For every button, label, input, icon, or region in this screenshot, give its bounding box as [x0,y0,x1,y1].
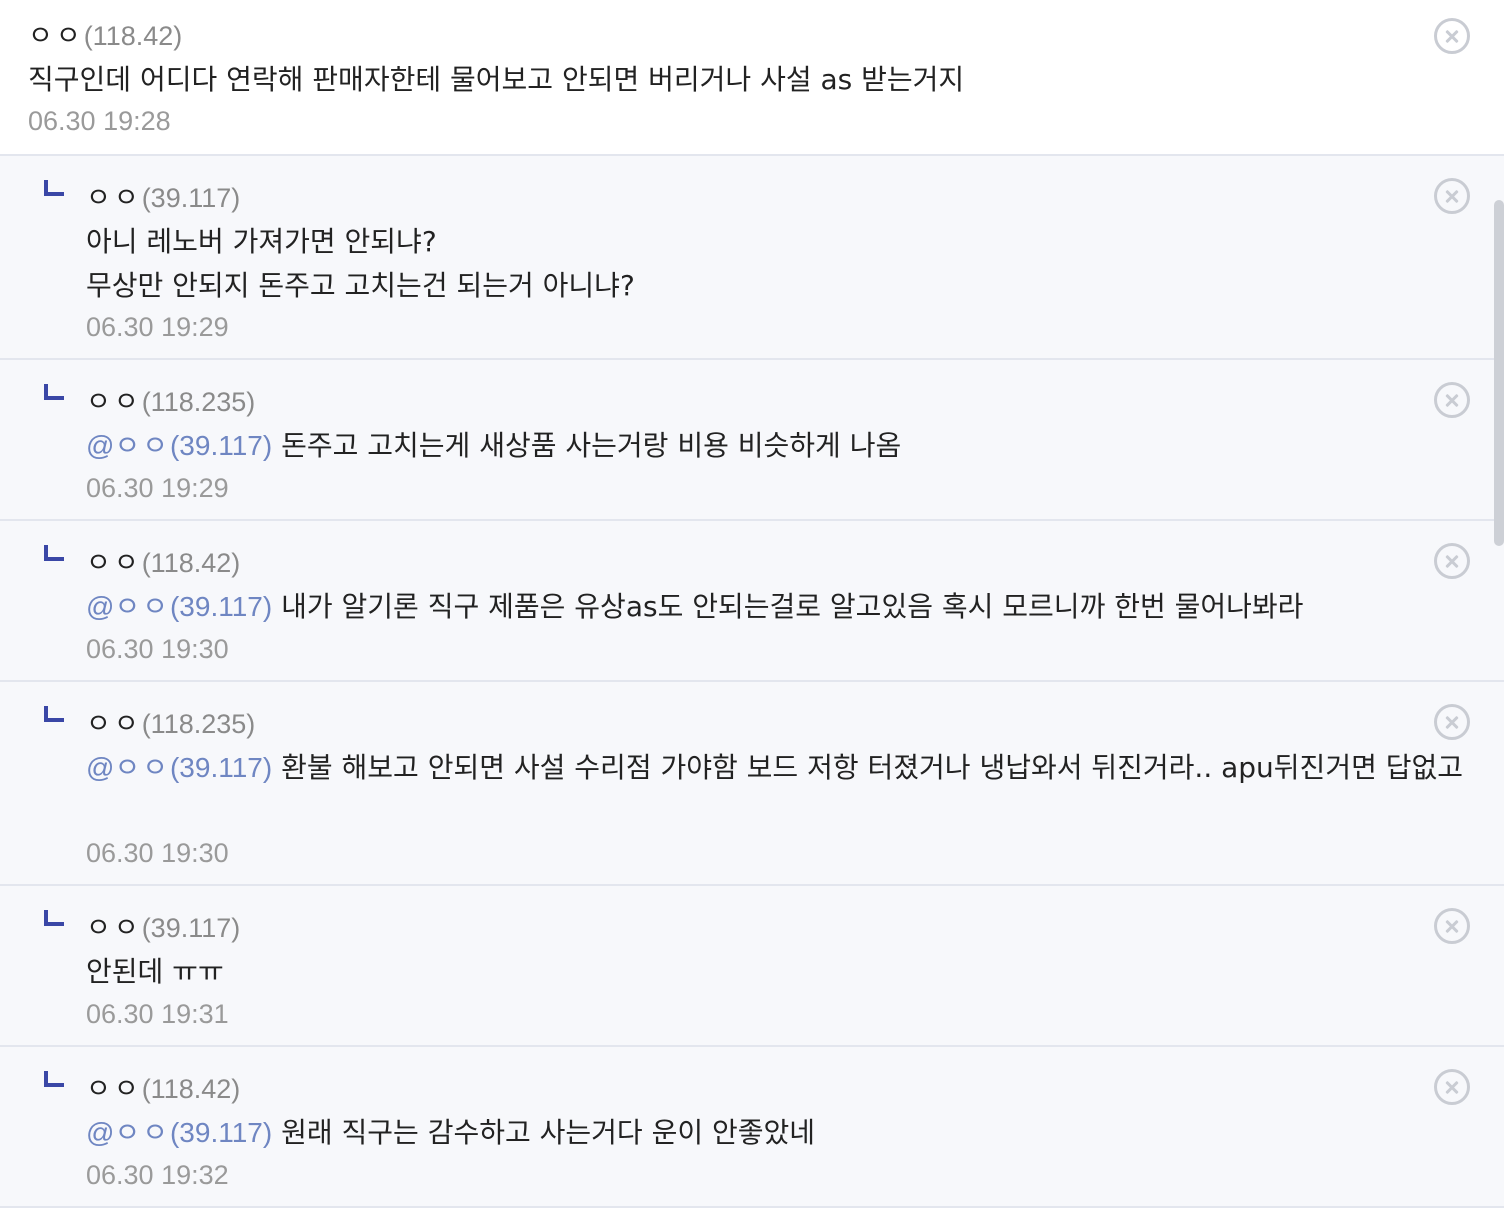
author-ip: (118.42) [141,548,241,578]
author-nickname[interactable]: ㅇㅇ [86,176,142,215]
reply-comment: ㅇㅇ (118.235) @ㅇㅇ(39.117) 돈주고 고치는게 새상품 사는… [0,360,1504,521]
delete-comment-button[interactable] [1434,178,1470,214]
comment-line: 무상만 안되지 돈주고 고치는건 되는거 아니냐? [86,269,635,302]
mention-nickname: ㅇㅇ [114,1117,170,1148]
author-ip: (118.42) [83,21,183,51]
comment-text: 아니 레노버 가져가면 안되냐? 무상만 안되지 돈주고 고치는건 되는거 아니… [86,220,635,308]
comment-date: 06.30 19:31 [86,999,229,1029]
delete-comment-button[interactable] [1434,18,1470,54]
reply-corner-icon [44,1071,64,1087]
comment-author: ㅇㅇ (39.117) [86,176,240,215]
comment-author: ㅇㅇ (118.42) [86,1067,240,1106]
comment-date: 06.30 19:32 [86,1160,229,1190]
comment-text: 직구인데 어디다 연락해 판매자한테 물어보고 안되면 버리거나 사설 as 받… [28,58,964,102]
reply-comment: ㅇㅇ (118.42) @ㅇㅇ(39.117) 내가 알기론 직구 제품은 유상… [0,521,1504,682]
mention-ip: (39.117) [169,591,273,622]
comment-author: ㅇㅇ (118.235) [86,702,255,741]
reply-corner-icon [44,545,64,561]
comment-author: ㅇㅇ (118.235) [86,380,255,419]
mention-at: @ [86,1117,115,1148]
reply-comment: ㅇㅇ (118.42) @ㅇㅇ(39.117) 원래 직구는 감수하고 사는거다… [0,1047,1504,1208]
comment: ㅇㅇ (118.42) 직구인데 어디다 연락해 판매자한테 물어보고 안되면 … [0,0,1504,156]
mention-at: @ [86,430,115,461]
author-nickname[interactable]: ㅇㅇ [28,14,84,53]
delete-comment-button[interactable] [1434,704,1470,740]
comment-text: @ㅇㅇ(39.117) 돈주고 고치는게 새상품 사는거랑 비용 비슷하게 나옴 [86,424,901,468]
mention-link[interactable]: @ㅇㅇ(39.117) [86,1117,272,1148]
author-nickname[interactable]: ㅇㅇ [86,906,142,945]
mention-at: @ [86,752,115,783]
comment-line: 아니 레노버 가져가면 안되냐? [86,225,437,258]
author-ip: (118.235) [141,387,256,417]
author-nickname[interactable]: ㅇㅇ [86,1067,142,1106]
author-ip: (118.235) [141,709,256,739]
delete-comment-button[interactable] [1434,382,1470,418]
comment-message: 돈주고 고치는게 새상품 사는거랑 비용 비슷하게 나옴 [281,429,902,462]
author-nickname[interactable]: ㅇㅇ [86,702,142,741]
comment-text: @ㅇㅇ(39.117) 내가 알기론 직구 제품은 유상as도 안되는걸로 알고… [86,585,1303,629]
mention-nickname: ㅇㅇ [114,752,170,783]
delete-comment-button[interactable] [1434,908,1470,944]
comment-date: 06.30 19:30 [86,838,229,868]
mention-at: @ [86,591,115,622]
comment-date: 06.30 19:30 [86,634,229,664]
comment-line: 안된데 ㅠㅠ [86,955,224,988]
reply-corner-icon [44,910,64,926]
reply-comment: ㅇㅇ (39.117) 안된데 ㅠㅠ 06.30 19:31 [0,886,1504,1047]
scrollbar-thumb[interactable] [1494,200,1504,546]
author-ip: (39.117) [141,913,241,943]
delete-comment-button[interactable] [1434,543,1470,579]
mention-nickname: ㅇㅇ [114,430,170,461]
comment-message: 원래 직구는 감수하고 사는거다 운이 안좋았네 [281,1116,816,1149]
mention-link[interactable]: @ㅇㅇ(39.117) [86,752,272,783]
delete-comment-button[interactable] [1434,1069,1470,1105]
comment-date: 06.30 19:28 [28,106,171,136]
comment-author: ㅇㅇ (118.42) [86,541,240,580]
reply-comment: ㅇㅇ (39.117) 아니 레노버 가져가면 안되냐? 무상만 안되지 돈주고… [0,156,1504,360]
author-nickname[interactable]: ㅇㅇ [86,541,142,580]
mention-ip: (39.117) [169,1117,273,1148]
comment-author: ㅇㅇ (118.42) [28,14,182,53]
mention-link[interactable]: @ㅇㅇ(39.117) [86,430,272,461]
comment-message: 환불 해보고 안되면 사설 수리점 가야함 보드 저항 터졌거나 냉납와서 뒤진… [281,751,1464,784]
author-nickname[interactable]: ㅇㅇ [86,380,142,419]
comment-text: @ㅇㅇ(39.117) 원래 직구는 감수하고 사는거다 운이 안좋았네 [86,1111,815,1155]
reply-comment: ㅇㅇ (118.235) @ㅇㅇ(39.117) 환불 해보고 안되면 사설 수… [0,682,1504,886]
comment-text: @ㅇㅇ(39.117) 환불 해보고 안되면 사설 수리점 가야함 보드 저항 … [86,746,1486,790]
comment-message: 내가 알기론 직구 제품은 유상as도 안되는걸로 알고있음 혹시 모르니까 한… [281,590,1304,623]
comment-date: 06.30 19:29 [86,473,229,503]
comment-author: ㅇㅇ (39.117) [86,906,240,945]
mention-nickname: ㅇㅇ [114,591,170,622]
comment-date: 06.30 19:29 [86,312,229,342]
mention-link[interactable]: @ㅇㅇ(39.117) [86,591,272,622]
mention-ip: (39.117) [169,430,273,461]
comment-thread: ㅇㅇ (118.42) 직구인데 어디다 연락해 판매자한테 물어보고 안되면 … [0,0,1504,1211]
comment-line: 직구인데 어디다 연락해 판매자한테 물어보고 안되면 버리거나 사설 as 받… [28,63,965,96]
author-ip: (118.42) [141,1074,241,1104]
reply-corner-icon [44,384,64,400]
comment-text: 안된데 ㅠㅠ [86,950,224,994]
reply-corner-icon [44,706,64,722]
reply-corner-icon [44,180,64,196]
author-ip: (39.117) [141,183,241,213]
mention-ip: (39.117) [169,752,273,783]
